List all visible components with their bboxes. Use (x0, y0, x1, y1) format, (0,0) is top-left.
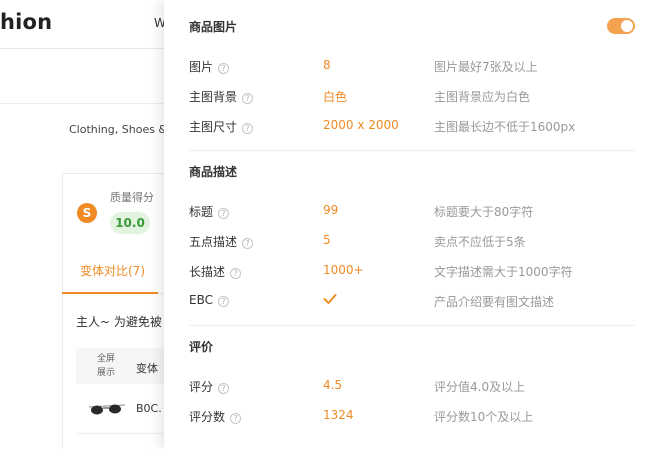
fullscreen-column-header[interactable]: 全屏 展示 (96, 352, 116, 380)
row-label-rating-count: 评分数? (189, 408, 242, 425)
row-value-main-size: 2000 x 2000 (323, 118, 399, 132)
toggle-knob (621, 20, 633, 32)
active-tab-indicator (62, 292, 158, 294)
row-label-title: 标题? (189, 203, 230, 220)
row-hint-long-description: 文字描述需大于1000字符 (434, 265, 573, 279)
row-hint-main-bg: 主图背景应为白色 (434, 90, 531, 104)
tab-variant-compare[interactable]: 变体对比(7) (80, 262, 145, 279)
help-icon[interactable]: ? (242, 123, 254, 134)
score-s-icon: S (77, 203, 97, 223)
toolbar-divider (0, 103, 190, 104)
row-label-bullet-points: 五点描述? (189, 233, 254, 250)
section-title-images: 商品图片 (189, 20, 238, 34)
store-title-fragment: hion (0, 10, 53, 34)
row-label-main-bg: 主图背景? (189, 88, 254, 105)
app-stage: hion W Clothing, Shoes & S 质量得分 10.0 变体对… (0, 0, 647, 449)
row-hint-bullet-points: 卖点不应低于5条 (434, 235, 526, 249)
row-label-ebc: EBC? (189, 293, 229, 307)
row-value-rating: 4.5 (323, 378, 343, 392)
row-label-image-count: 图片? (189, 58, 230, 75)
row-hint-title: 标题要大于80字符 (434, 205, 534, 219)
header-divider (0, 48, 190, 49)
row-value-bullet-points: 5 (323, 233, 331, 247)
quality-score-label: 质量得分 (110, 191, 154, 204)
quality-score-badge: 10.0 (110, 212, 150, 234)
detail-toggle-switch[interactable] (607, 18, 635, 34)
help-icon[interactable]: ? (218, 383, 230, 394)
help-icon[interactable]: ? (230, 413, 242, 424)
row-hint-rating-count: 评分数10个及以上 (434, 410, 534, 424)
help-icon[interactable]: ? (218, 63, 230, 74)
section-title-reviews: 评价 (189, 340, 214, 354)
row-label-rating: 评分? (189, 378, 230, 395)
section-divider (189, 325, 635, 326)
category-breadcrumb[interactable]: Clothing, Shoes & (69, 123, 167, 136)
row-value-main-bg: 白色 (323, 90, 348, 104)
fullscreen-header-line-1: 全屏 (96, 354, 115, 364)
row-value-image-count: 8 (323, 58, 331, 72)
help-icon[interactable]: ? (217, 296, 229, 307)
help-icon[interactable]: ? (242, 238, 254, 249)
variant-asin[interactable]: B0C. (136, 402, 162, 415)
row-value-rating-count: 1324 (323, 408, 354, 422)
help-icon[interactable]: ? (230, 268, 242, 279)
help-icon[interactable]: ? (218, 208, 230, 219)
notice-text: 主人~ 为避免被 (76, 315, 162, 329)
section-title-description: 商品描述 (189, 165, 238, 179)
help-icon[interactable]: ? (242, 93, 254, 104)
variant-column-header: 变体 (136, 362, 158, 375)
row-hint-image-count: 图片最好7张及以上 (434, 60, 538, 74)
sunglasses-thumbnail[interactable] (88, 401, 126, 417)
row-value-long-description: 1000+ (323, 263, 364, 277)
row-label-long-description: 长描述? (189, 263, 242, 280)
row-hint-main-size: 主图最长边不低于1600px (434, 120, 576, 134)
row-hint-ebc: 产品介绍要有图文描述 (434, 295, 555, 309)
row-value-title: 99 (323, 203, 339, 217)
check-icon (323, 294, 337, 304)
section-divider (189, 150, 635, 151)
fullscreen-header-line-2: 展示 (96, 368, 115, 378)
row-label-main-size: 主图尺寸? (189, 118, 254, 135)
row-hint-rating: 评分值4.0及以上 (434, 380, 526, 394)
quality-detail-popover: 商品图片 图片? 8 图片最好7张及以上 主图背景? 白色 主图背景应为白色 主… (164, 0, 647, 449)
